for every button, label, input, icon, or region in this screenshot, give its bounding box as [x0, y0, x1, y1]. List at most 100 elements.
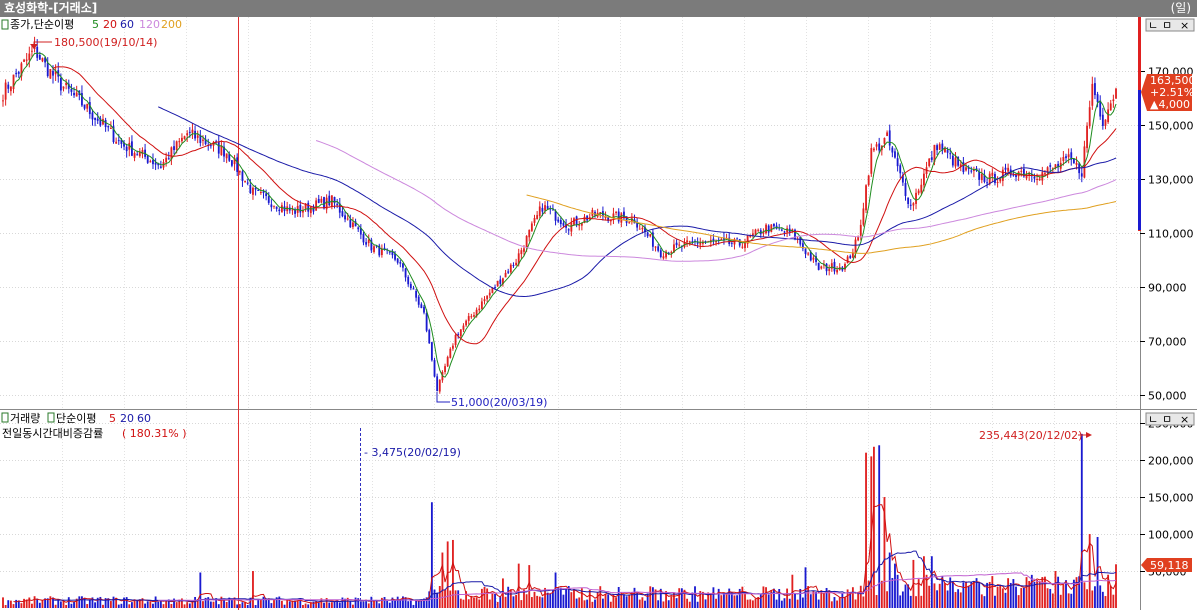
price-candle — [244, 181, 246, 183]
price-panel[interactable] — [0, 17, 1140, 409]
volume-bar — [470, 595, 473, 608]
price-window-buttons[interactable]: ㄴ ㅁ × — [1145, 18, 1195, 32]
volume-bar — [607, 594, 610, 608]
volume-bar — [957, 589, 960, 608]
volume-bar — [125, 597, 128, 608]
volume-bar — [751, 600, 754, 608]
volume-bar — [102, 604, 104, 608]
volume-bar — [633, 587, 636, 608]
volume-bar — [651, 587, 654, 608]
volume-bar — [246, 604, 249, 608]
price-candle — [433, 360, 436, 377]
volume-bar — [823, 592, 825, 608]
price-candle — [483, 299, 486, 302]
volume-bar — [962, 582, 965, 608]
volume-bar — [49, 596, 52, 608]
minimize-button[interactable]: ㄴ — [1148, 19, 1158, 32]
price-candle — [230, 160, 233, 166]
volume-bar — [128, 604, 131, 608]
volume-bar — [165, 600, 168, 608]
volume-bar — [691, 592, 694, 608]
current-volume-tag: 59,118 — [1141, 558, 1192, 572]
volume-bar — [338, 602, 341, 608]
price-axis-down-bar — [1138, 90, 1141, 230]
volume-bar — [983, 596, 986, 608]
volume-bar — [341, 597, 344, 608]
close-button[interactable]: × — [1180, 19, 1189, 32]
volume-bar — [1083, 582, 1086, 608]
volume-bar — [199, 572, 202, 608]
volume-maximize-button[interactable]: ㅁ — [1162, 413, 1172, 426]
volume-bar — [1044, 576, 1046, 608]
price-candle — [480, 301, 483, 309]
price-candle — [31, 50, 33, 52]
price-candle — [428, 330, 431, 344]
volume-bar — [383, 597, 386, 608]
volume-bar — [559, 587, 562, 608]
price-candle — [1038, 178, 1041, 181]
volume-panel[interactable] — [0, 410, 1140, 610]
price-candle — [970, 170, 973, 172]
price-candle — [173, 146, 175, 151]
volume-bar — [759, 593, 762, 608]
price-candle — [828, 269, 831, 271]
volume-bar — [762, 586, 765, 608]
volume-window-buttons[interactable]: ㄴ ㅁ × — [1145, 412, 1195, 426]
price-candle — [930, 157, 933, 160]
volume-max-note: 235,443(20/12/02) — [979, 429, 1082, 442]
volume-bar — [244, 602, 246, 608]
volume-bar — [715, 598, 717, 608]
stock-chart[interactable]: 170,000150,000130,000110,00090,00070,000… — [0, 0, 1197, 610]
volume-bar — [696, 601, 699, 608]
volume-bar — [773, 588, 775, 608]
price-candle — [523, 248, 525, 252]
volume-bar — [909, 595, 912, 608]
price-candle — [346, 218, 349, 220]
price-candle — [299, 204, 302, 213]
price-candle — [1115, 88, 1117, 99]
price-candle — [896, 158, 899, 167]
price-candle — [473, 315, 475, 317]
price-candle — [1086, 125, 1088, 149]
price-candle — [75, 92, 78, 97]
volume-bar — [1030, 574, 1033, 608]
volume-minimize-button[interactable]: ㄴ — [1148, 413, 1158, 426]
volume-bar — [1094, 586, 1096, 608]
price-candle — [7, 84, 10, 89]
volume-bar — [396, 596, 399, 608]
volume-bar — [904, 584, 907, 608]
price-candle — [954, 157, 957, 167]
price-candle — [344, 215, 346, 220]
price-candle — [654, 246, 657, 248]
price-candle — [836, 269, 839, 273]
volume-bar — [928, 585, 931, 608]
volume-bar — [646, 593, 649, 608]
price-candle — [275, 206, 278, 209]
volume-bar — [370, 596, 373, 608]
volume-bar — [1065, 580, 1067, 608]
volume-bar — [367, 603, 370, 608]
volume-bar — [349, 601, 352, 608]
maximize-button[interactable]: ㅁ — [1162, 19, 1172, 32]
volume-bar — [599, 586, 602, 608]
volume-bar — [386, 600, 389, 608]
volume-bar — [849, 592, 852, 608]
volume-bar — [678, 588, 681, 608]
volume-bar — [775, 599, 778, 608]
price-candle — [465, 320, 468, 326]
volume-close-button[interactable]: × — [1180, 413, 1189, 426]
price-candle — [167, 158, 170, 160]
price-candle — [817, 262, 820, 270]
volume-bar — [744, 592, 746, 608]
volume-bar — [459, 598, 462, 608]
volume-bar — [81, 596, 83, 608]
price-candle — [849, 255, 852, 259]
volume-bar — [796, 599, 799, 608]
price-candle — [541, 207, 544, 212]
price-candle — [41, 58, 44, 62]
volume-bar — [430, 502, 433, 608]
price-candle — [615, 212, 617, 214]
volume-bar — [667, 600, 670, 608]
volume-bar — [609, 601, 612, 608]
price-candle — [978, 171, 981, 180]
